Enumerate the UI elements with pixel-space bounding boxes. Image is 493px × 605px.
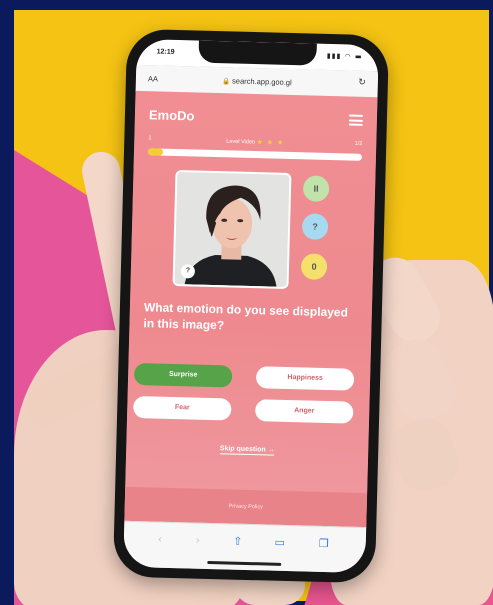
phone-screen: 12:19 ▮▮▮ ◠ ▬ AA 🔒 search.app.goo.gl ↻ Em… <box>123 38 379 574</box>
score-button[interactable]: 0 <box>300 253 328 280</box>
status-time: 12:19 <box>156 48 175 56</box>
forward-icon[interactable]: › <box>188 533 208 547</box>
star-rating-icon: ★ ★ ★ <box>256 139 285 147</box>
hamburger-menu-icon[interactable] <box>348 114 364 126</box>
pause-button[interactable]: II <box>302 175 330 202</box>
lock-icon: 🔒 <box>221 78 231 86</box>
answer-anger-button[interactable]: Anger <box>254 399 354 424</box>
level-progress-fill <box>147 148 164 156</box>
skip-question-link[interactable]: Skip question → <box>126 443 368 456</box>
phone-notch <box>198 40 317 66</box>
question-text: What emotion do you see displayed in thi… <box>143 300 349 333</box>
emodo-app: EmoDo 1 Level Video ★ ★ ★ 1/2 ? II ? 0 W… <box>124 90 378 528</box>
answer-fear-button[interactable]: Fear <box>133 395 232 421</box>
back-icon[interactable]: ‹ <box>150 532 170 546</box>
photo-scene: 12:19 ▮▮▮ ◠ ▬ AA 🔒 search.app.goo.gl ↻ Em… <box>0 0 493 605</box>
status-icons: ▮▮▮ ◠ ▬ <box>326 51 363 61</box>
navy-border-top <box>0 0 493 10</box>
tabs-icon[interactable]: ❐ <box>314 537 334 551</box>
url-field[interactable]: 🔒 search.app.goo.gl <box>136 74 378 89</box>
skip-question-label[interactable]: Skip question → <box>219 445 275 456</box>
smartphone: 12:19 ▮▮▮ ◠ ▬ AA 🔒 search.app.goo.gl ↻ Em… <box>112 28 390 584</box>
privacy-policy-link[interactable]: Privacy Policy <box>125 501 367 513</box>
level-label: Level Video <box>226 138 256 146</box>
answer-happiness-button[interactable]: Happiness <box>255 366 355 391</box>
url-text: search.app.goo.gl <box>231 76 292 87</box>
level-progress-bar <box>147 148 363 161</box>
level-title: Level Video ★ ★ ★ <box>148 135 362 149</box>
bookmarks-icon[interactable]: ▭ <box>270 536 290 550</box>
app-logo[interactable]: EmoDo <box>149 107 195 123</box>
browser-toolbar: ‹ › ⇧ ▭ ❐ <box>123 520 367 574</box>
help-button[interactable]: ? <box>301 213 329 240</box>
reload-icon[interactable]: ↻ <box>358 78 366 88</box>
answer-surprise-button[interactable]: Surprise <box>133 362 233 388</box>
share-icon[interactable]: ⇧ <box>228 534 248 548</box>
navy-border-left <box>0 0 14 605</box>
level-end: 1/2 <box>354 140 363 147</box>
home-indicator <box>207 560 282 566</box>
